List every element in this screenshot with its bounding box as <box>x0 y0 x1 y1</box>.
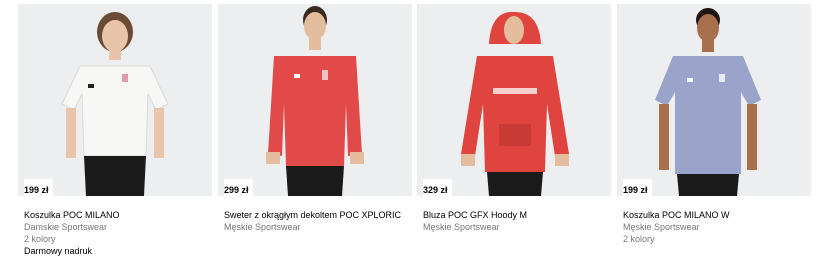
product-image[interactable]: 299 zł <box>218 4 412 196</box>
product-category: Męskie Sportswear <box>623 222 700 232</box>
product-name[interactable]: Koszulka POC MILANO <box>24 210 212 221</box>
product-card[interactable]: 299 zł Sweter z okrągłym dekoltem POC XP… <box>218 4 412 233</box>
product-price: 329 zł <box>423 179 452 196</box>
product-name[interactable]: Bluza POC GFX Hoody M <box>423 210 611 221</box>
product-badge: Darmowy nadruk <box>24 246 93 256</box>
product-price: 199 zł <box>623 179 652 196</box>
pants <box>286 166 344 196</box>
product-card[interactable]: 199 zł Koszulka POC MILANO W Męskie Spor… <box>617 4 811 245</box>
product-name[interactable]: Koszulka POC MILANO W <box>623 210 811 221</box>
product-category: Męskie Sportswear <box>224 222 301 232</box>
pants <box>487 172 543 196</box>
shirt <box>61 65 169 157</box>
product-card[interactable]: 199 zł Koszulka POC MILANO Damskie Sport… <box>18 4 212 258</box>
product-category: Damskie Sportswear <box>24 222 108 232</box>
product-image[interactable]: 329 zł <box>417 4 611 196</box>
product-card[interactable]: 329 zł Bluza POC GFX Hoody M Męskie Spor… <box>417 4 611 233</box>
model-figure <box>266 6 364 196</box>
product-image[interactable]: 199 zł <box>18 4 212 196</box>
shirt <box>655 56 761 174</box>
shirt <box>461 56 569 172</box>
product-grid: 199 zł Koszulka POC MILANO Damskie Sport… <box>0 0 828 267</box>
model-figure <box>461 11 569 196</box>
product-name[interactable]: Sweter z okrągłym dekoltem POC XPLORIC <box>224 210 412 221</box>
product-colors: 2 kolory <box>623 234 655 244</box>
pants <box>677 174 739 196</box>
model-figure <box>61 12 169 196</box>
product-category: Męskie Sportswear <box>423 222 500 232</box>
product-colors: 2 kolory <box>24 234 56 244</box>
product-price: 199 zł <box>24 179 53 196</box>
product-image[interactable]: 199 zł <box>617 4 811 196</box>
model-figure <box>655 8 761 196</box>
product-price: 299 zł <box>224 179 253 196</box>
pants <box>84 156 146 196</box>
shirt <box>268 56 362 166</box>
